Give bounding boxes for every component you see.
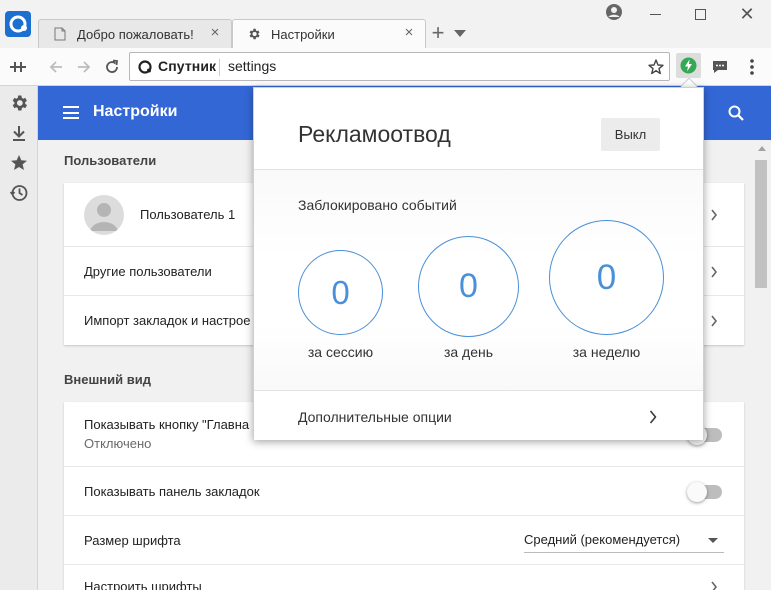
chevron-right-icon <box>649 410 657 424</box>
toggle-knob <box>687 482 707 502</box>
tab-title: Добро пожаловать! <box>77 26 194 42</box>
sidebar-toggle-icon[interactable] <box>8 57 28 77</box>
section-title-appearance: Внешний вид <box>64 372 151 387</box>
more-options-row[interactable]: Дополнительные опции <box>254 390 703 440</box>
scroll-thumb[interactable] <box>755 160 767 288</box>
reload-button[interactable] <box>101 56 123 78</box>
browser-sidebar <box>0 86 38 590</box>
tab-welcome[interactable]: Добро пожаловать! × <box>38 19 232 48</box>
counter-week: 0 <box>549 220 664 335</box>
new-tab-button[interactable]: + <box>428 22 448 44</box>
arrow-left-icon <box>49 61 62 73</box>
divider <box>219 59 220 76</box>
select-underline <box>524 552 724 553</box>
site-name: Спутник <box>158 58 217 74</box>
tab-title: Настройки <box>271 26 335 42</box>
customize-fonts-row[interactable]: Настроить шрифты <box>64 565 744 590</box>
counter-label-day: за день <box>443 344 494 360</box>
gear-icon <box>245 25 263 43</box>
import-bookmarks-label: Импорт закладок и настрое <box>84 313 251 328</box>
back-button[interactable] <box>45 56 67 78</box>
arrow-right-icon <box>78 61 91 73</box>
counter-value: 0 <box>596 257 617 297</box>
counter-session: 0 <box>298 250 383 335</box>
chevron-right-icon <box>711 315 718 327</box>
address-bar[interactable]: Спутник settings <box>129 52 670 81</box>
counter-value: 0 <box>331 273 350 311</box>
popup-stats: Заблокировано событий 0 за сессию 0 за д… <box>254 170 703 390</box>
chevron-right-icon <box>711 581 718 590</box>
counter-label-session: за сессию <box>307 344 374 360</box>
star-icon[interactable] <box>9 153 29 173</box>
tab-settings[interactable]: Настройки × <box>232 19 426 48</box>
home-button-label: Показывать кнопку "Главна <box>84 417 250 432</box>
site-logo-icon <box>138 60 152 74</box>
user-name: Пользователь 1 <box>140 207 236 222</box>
scrollbar[interactable] <box>752 140 771 590</box>
minimize-button[interactable] <box>650 14 661 15</box>
counter-label-week: за неделю <box>572 344 641 360</box>
caret-down-icon[interactable] <box>708 538 718 543</box>
url-text[interactable]: settings <box>228 58 276 74</box>
blocked-events-label: Заблокировано событий <box>298 197 457 213</box>
adblock-extension-button[interactable] <box>676 53 701 78</box>
star-icon[interactable] <box>647 58 665 76</box>
download-icon[interactable] <box>9 123 29 143</box>
bookmarks-bar-toggle[interactable] <box>687 482 722 502</box>
page-title: Настройки <box>93 103 178 120</box>
avatar-person-icon <box>90 203 118 231</box>
bookmarks-bar-row[interactable]: Показывать панель закладок <box>64 467 744 516</box>
tab-strip: Добро пожаловать! × Настройки × + ✕ <box>0 0 771 48</box>
other-users-label: Другие пользователи <box>84 264 212 279</box>
more-options-label: Дополнительные опции <box>298 409 452 425</box>
section-title-users: Пользователи <box>64 153 157 168</box>
bookmarks-bar-label: Показывать панель закладок <box>84 484 260 499</box>
toolbar: Спутник settings <box>0 48 771 86</box>
close-icon[interactable]: × <box>209 25 221 40</box>
profile-icon[interactable] <box>605 3 623 21</box>
font-size-label: Размер шрифта <box>84 533 181 548</box>
adblock-popup: Рекламоотвод Выкл Заблокировано событий … <box>253 87 704 440</box>
browser-logo-icon[interactable] <box>5 11 31 37</box>
menu-icon[interactable] <box>63 106 79 119</box>
page-icon <box>51 25 69 43</box>
history-icon[interactable] <box>9 183 29 203</box>
tab-list-chevron-down-icon[interactable] <box>454 30 466 37</box>
more-vert-icon[interactable] <box>745 57 759 77</box>
gear-icon[interactable] <box>9 93 29 113</box>
maximize-button[interactable] <box>695 9 706 20</box>
forward-button[interactable] <box>73 56 95 78</box>
lightning-icon <box>680 57 697 74</box>
chat-icon[interactable] <box>710 57 730 77</box>
popup-title: Рекламоотвод <box>298 121 451 147</box>
chevron-right-icon <box>711 209 718 221</box>
font-size-select[interactable]: Средний (рекомендуется) <box>524 532 680 547</box>
counter-value: 0 <box>459 267 478 305</box>
search-icon[interactable] <box>727 104 745 122</box>
home-button-state: Отключено <box>84 436 152 451</box>
customize-fonts-label: Настроить шрифты <box>84 579 202 590</box>
avatar <box>84 195 124 235</box>
reload-icon <box>106 59 119 73</box>
window-close-button[interactable]: ✕ <box>739 5 755 23</box>
counter-day: 0 <box>418 236 519 337</box>
popup-header: Рекламоотвод Выкл <box>254 88 703 170</box>
disable-button[interactable]: Выкл <box>601 118 660 151</box>
scroll-up-arrow-icon[interactable] <box>758 146 766 151</box>
close-icon[interactable]: × <box>403 25 415 40</box>
chevron-right-icon <box>711 266 718 278</box>
font-size-row: Размер шрифта Средний (рекомендуется) <box>64 516 744 565</box>
